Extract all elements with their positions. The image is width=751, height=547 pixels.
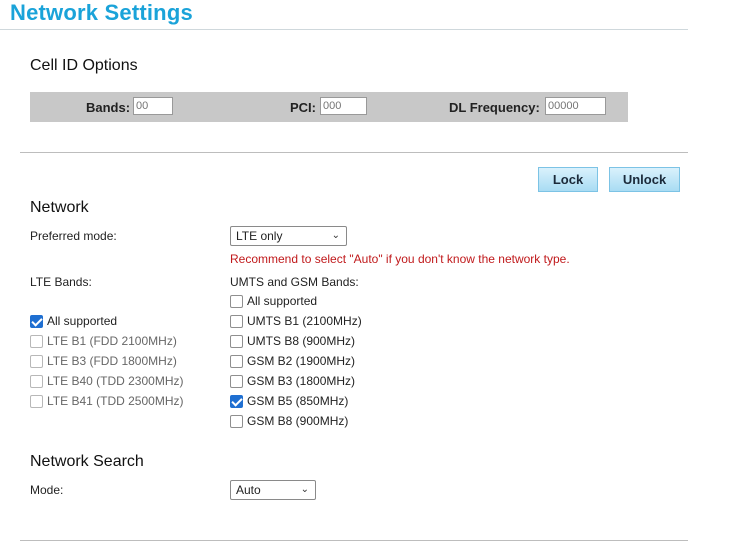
checkbox-label: UMTS B1 (2100MHz) [247,314,362,328]
cell-id-heading: Cell ID Options [30,57,138,74]
preferred-mode-label: Preferred mode: [30,229,117,243]
page-title: Network Settings [10,0,193,25]
preferred-mode-value: LTE only [236,229,283,243]
checkbox[interactable] [230,335,243,348]
dl-frequency-label: DL Frequency: [449,100,540,115]
checkbox[interactable] [230,395,243,408]
title-divider [0,29,688,30]
pci-input[interactable] [320,97,367,115]
bands-label: Bands: [86,100,131,115]
checkbox-label: LTE B3 (FDD 1800MHz) [47,354,177,368]
checkbox-label: LTE B40 (TDD 2300MHz) [47,374,184,388]
checkbox[interactable] [230,295,243,308]
checkbox-label: GSM B5 (850MHz) [247,394,349,408]
checkbox[interactable] [30,315,43,328]
cell-id-bar: Bands: PCI: DL Frequency: [30,92,628,122]
checkbox[interactable] [230,355,243,368]
checkbox[interactable] [30,335,43,348]
checkbox-label: GSM B3 (1800MHz) [247,374,356,388]
pci-label: PCI: [290,100,316,115]
checkbox-label: LTE B41 (TDD 2500MHz) [47,394,184,408]
preferred-mode-select[interactable]: LTE only ⌄ [230,226,347,246]
network-heading: Network [30,199,89,216]
checkbox-label: UMTS B8 (900MHz) [247,334,356,348]
network-search-heading: Network Search [30,453,144,470]
checkbox[interactable] [30,355,43,368]
section-divider [20,152,688,153]
lte-bands-label: LTE Bands: [30,275,92,289]
search-mode-label: Mode: [30,483,64,497]
lock-button[interactable]: Lock [538,167,598,192]
checkbox-label: GSM B8 (900MHz) [247,414,349,428]
chevron-down-icon: ⌄ [300,484,309,495]
bottom-divider [20,540,688,541]
checkbox[interactable] [230,415,243,428]
checkbox-label: GSM B2 (1900MHz) [247,354,356,368]
checkbox-label: All supported [247,294,318,308]
unlock-button[interactable]: Unlock [609,167,680,192]
checkbox-label: LTE B1 (FDD 2100MHz) [47,334,177,348]
umts-gsm-bands-label: UMTS and GSM Bands: [230,275,359,289]
checkbox[interactable] [30,395,43,408]
chevron-down-icon: ⌄ [331,230,340,241]
checkbox[interactable] [30,375,43,388]
checkbox[interactable] [230,315,243,328]
bands-input[interactable] [133,97,173,115]
recommend-warning: Recommend to select "Auto" if you don't … [230,252,570,266]
checkbox[interactable] [230,375,243,388]
search-mode-select[interactable]: Auto ⌄ [230,480,316,500]
checkbox-label: All supported [47,314,118,328]
search-mode-value: Auto [236,483,261,497]
dl-frequency-input[interactable] [545,97,606,115]
